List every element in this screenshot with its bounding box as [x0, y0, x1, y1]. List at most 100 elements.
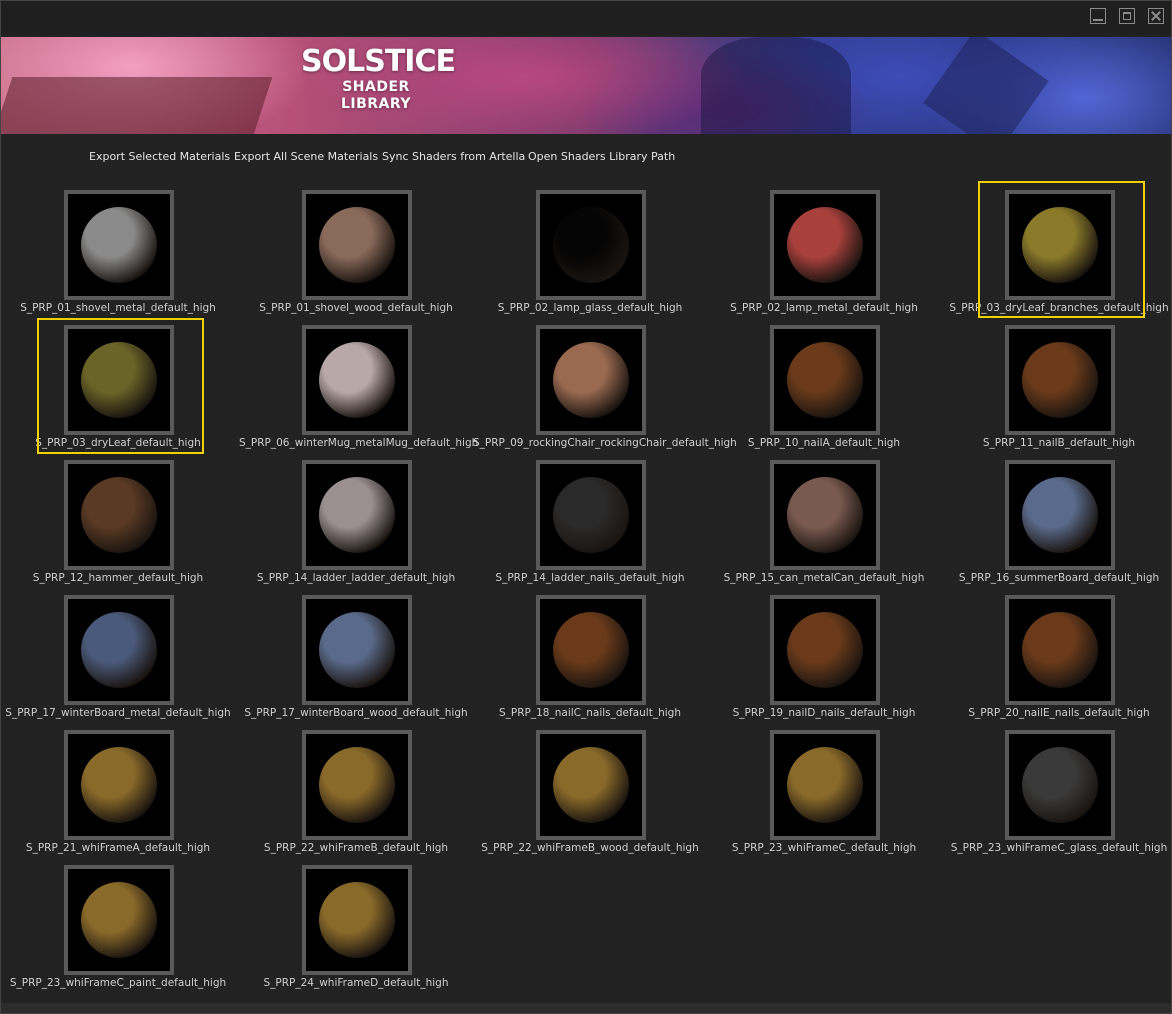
material-tile[interactable]: S_PRP_10_nailA_default_high	[707, 321, 941, 451]
material-name-label: S_PRP_16_summerBoard_default_high	[958, 572, 1160, 584]
shader-ball-preview	[319, 207, 395, 283]
material-name-label: S_PRP_21_whiFrameA_default_high	[25, 842, 211, 854]
material-preview-thumbnail[interactable]	[1005, 595, 1115, 705]
material-name-label: S_PRP_09_rockingChair_rockingChair_defau…	[473, 437, 737, 449]
material-tile[interactable]: S_PRP_02_lamp_metal_default_high	[707, 186, 941, 316]
material-name-label: S_PRP_01_shovel_metal_default_high	[20, 302, 216, 314]
minimize-icon[interactable]	[1090, 8, 1106, 24]
shader-ball-preview	[81, 477, 157, 553]
material-preview-thumbnail[interactable]	[302, 460, 412, 570]
material-preview-thumbnail[interactable]	[302, 595, 412, 705]
material-preview-thumbnail[interactable]	[302, 325, 412, 435]
material-preview-thumbnail[interactable]	[1005, 730, 1115, 840]
material-preview-thumbnail[interactable]	[770, 325, 880, 435]
shader-ball-preview	[81, 207, 157, 283]
material-preview-thumbnail[interactable]	[302, 190, 412, 300]
material-tile[interactable]: S_PRP_15_can_metalCan_default_high	[707, 456, 941, 586]
material-preview-thumbnail[interactable]	[536, 460, 646, 570]
title-bar[interactable]	[1, 1, 1171, 35]
material-preview-thumbnail[interactable]	[302, 865, 412, 975]
shader-ball-preview	[319, 612, 395, 688]
header-banner: SOLSTICE SHADER LIBRARY	[1, 37, 1171, 134]
shader-ball-preview	[1022, 747, 1098, 823]
material-name-label: S_PRP_01_shovel_wood_default_high	[259, 302, 453, 314]
material-preview-thumbnail[interactable]	[64, 325, 174, 435]
material-tile[interactable]: S_PRP_01_shovel_metal_default_high	[1, 186, 235, 316]
material-tile[interactable]: S_PRP_19_nailD_nails_default_high	[707, 591, 941, 721]
material-tile[interactable]: S_PRP_22_whiFrameB_wood_default_high	[473, 726, 707, 856]
material-tile[interactable]: S_PRP_21_whiFrameA_default_high	[1, 726, 235, 856]
material-preview-thumbnail[interactable]	[64, 730, 174, 840]
material-preview-thumbnail[interactable]	[64, 190, 174, 300]
shader-ball-preview	[553, 747, 629, 823]
material-name-label: S_PRP_02_lamp_glass_default_high	[497, 302, 683, 314]
shader-ball-preview	[787, 747, 863, 823]
material-tile[interactable]: S_PRP_23_whiFrameC_default_high	[707, 726, 941, 856]
material-tile[interactable]: S_PRP_23_whiFrameC_paint_default_high	[1, 861, 235, 991]
shader-ball-preview	[787, 477, 863, 553]
maximize-icon[interactable]	[1119, 8, 1135, 24]
shader-ball-preview	[787, 612, 863, 688]
material-tile[interactable]: S_PRP_12_hammer_default_high	[1, 456, 235, 586]
banner-art	[701, 37, 851, 134]
material-preview-thumbnail[interactable]	[1005, 190, 1115, 300]
material-tile[interactable]: S_PRP_06_winterMug_metalMug_default_high	[239, 321, 478, 451]
material-preview-thumbnail[interactable]	[536, 325, 646, 435]
export-selected-materials-button[interactable]: Export Selected Materials	[89, 150, 230, 163]
shader-ball-preview	[787, 207, 863, 283]
material-name-label: S_PRP_10_nailA_default_high	[747, 437, 901, 449]
material-tile[interactable]: S_PRP_03_dryLeaf_default_high	[1, 318, 235, 454]
shader-ball-preview	[787, 342, 863, 418]
open-shaders-library-path-button[interactable]: Open Shaders Library Path	[528, 150, 675, 163]
shader-ball-preview	[319, 342, 395, 418]
shader-ball-preview	[553, 612, 629, 688]
material-preview-thumbnail[interactable]	[770, 190, 880, 300]
shader-ball-preview	[1022, 477, 1098, 553]
material-tile[interactable]: S_PRP_09_rockingChair_rockingChair_defau…	[473, 321, 737, 451]
close-icon[interactable]	[1148, 8, 1164, 24]
material-tile[interactable]: S_PRP_14_ladder_ladder_default_high	[239, 456, 473, 586]
material-preview-thumbnail[interactable]	[770, 595, 880, 705]
material-preview-thumbnail[interactable]	[770, 460, 880, 570]
material-preview-thumbnail[interactable]	[302, 730, 412, 840]
shader-ball-preview	[553, 207, 629, 283]
shader-ball-preview	[553, 477, 629, 553]
material-preview-thumbnail[interactable]	[64, 595, 174, 705]
material-tile[interactable]: S_PRP_23_whiFrameC_glass_default_high	[942, 726, 1172, 856]
material-name-label: S_PRP_15_can_metalCan_default_high	[723, 572, 925, 584]
sync-shaders-from-artella-button[interactable]: Sync Shaders from Artella	[382, 150, 525, 163]
material-name-label: S_PRP_23_whiFrameC_glass_default_high	[950, 842, 1168, 854]
material-tile[interactable]: S_PRP_11_nailB_default_high	[942, 321, 1172, 451]
material-tile[interactable]: S_PRP_17_winterBoard_wood_default_high	[239, 591, 473, 721]
material-tile[interactable]: S_PRP_20_nailE_nails_default_high	[942, 591, 1172, 721]
material-name-label: S_PRP_12_hammer_default_high	[32, 572, 204, 584]
material-name-label: S_PRP_22_whiFrameB_wood_default_high	[481, 842, 699, 854]
banner-art	[923, 37, 1049, 134]
material-tile[interactable]: S_PRP_22_whiFrameB_default_high	[239, 726, 473, 856]
material-tile[interactable]: S_PRP_02_lamp_glass_default_high	[473, 186, 707, 316]
material-tile[interactable]: S_PRP_03_dryLeaf_branches_default_high	[942, 181, 1172, 318]
material-tile[interactable]: S_PRP_24_whiFrameD_default_high	[239, 861, 473, 991]
shader-ball-preview	[553, 342, 629, 418]
material-preview-thumbnail[interactable]	[536, 595, 646, 705]
material-tile[interactable]: S_PRP_18_nailC_nails_default_high	[473, 591, 707, 721]
logo-title: SOLSTICE	[301, 44, 456, 79]
material-preview-thumbnail[interactable]	[770, 730, 880, 840]
export-all-scene-materials-button[interactable]: Export All Scene Materials	[234, 150, 378, 163]
material-tile[interactable]: S_PRP_17_winterBoard_metal_default_high	[1, 591, 235, 721]
material-tile[interactable]: S_PRP_01_shovel_wood_default_high	[239, 186, 473, 316]
material-preview-thumbnail[interactable]	[536, 190, 646, 300]
material-tile[interactable]: S_PRP_14_ladder_nails_default_high	[473, 456, 707, 586]
material-name-label: S_PRP_23_whiFrameC_paint_default_high	[9, 977, 227, 989]
shader-ball-preview	[319, 477, 395, 553]
material-preview-thumbnail[interactable]	[1005, 325, 1115, 435]
material-preview-thumbnail[interactable]	[64, 865, 174, 975]
shader-library-window: SOLSTICE SHADER LIBRARY Export Selected …	[0, 0, 1172, 1014]
material-preview-thumbnail[interactable]	[536, 730, 646, 840]
material-tile[interactable]: S_PRP_16_summerBoard_default_high	[942, 456, 1172, 586]
material-preview-thumbnail[interactable]	[1005, 460, 1115, 570]
shader-ball-preview	[81, 342, 157, 418]
material-name-label: S_PRP_11_nailB_default_high	[982, 437, 1136, 449]
shader-ball-preview	[81, 612, 157, 688]
material-preview-thumbnail[interactable]	[64, 460, 174, 570]
